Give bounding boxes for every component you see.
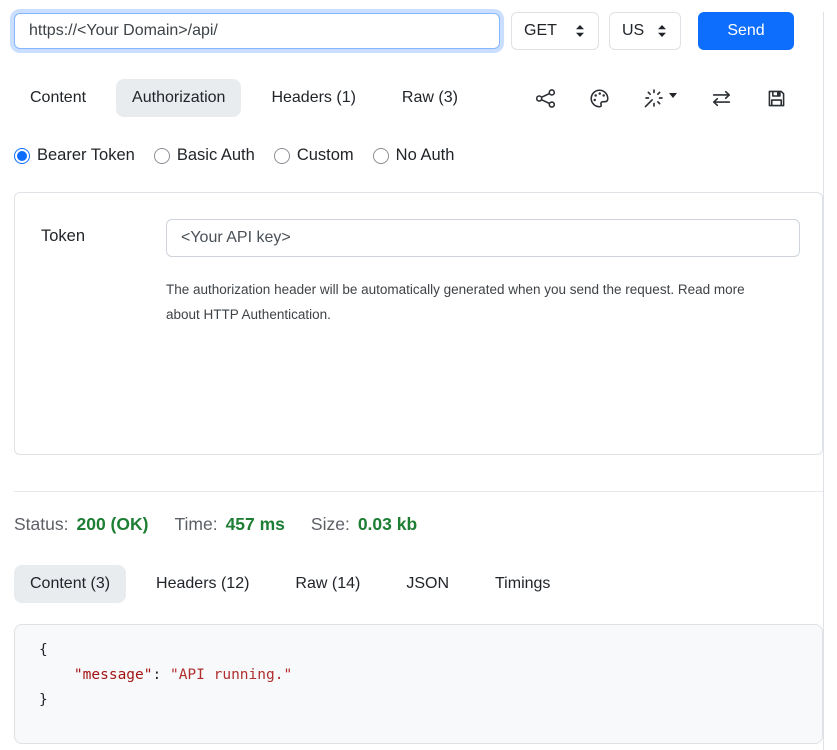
response-body-block: { "message": "API running." } bbox=[14, 624, 823, 744]
auth-option-label: Basic Auth bbox=[177, 146, 255, 165]
token-column: The authorization header will be automat… bbox=[166, 219, 800, 454]
size-value: 0.03 kb bbox=[358, 514, 417, 535]
radio-unselected-icon bbox=[154, 148, 170, 164]
response-json: { "message": "API running." } bbox=[39, 638, 822, 713]
share-nodes-icon bbox=[535, 88, 556, 109]
auth-type-group: Bearer Token Basic Auth Custom No Auth bbox=[14, 146, 823, 165]
section-divider bbox=[14, 491, 823, 492]
save-icon bbox=[766, 88, 787, 109]
region-select-value: US bbox=[622, 22, 644, 40]
auth-option-custom[interactable]: Custom bbox=[274, 146, 354, 165]
chevron-down-icon bbox=[669, 93, 677, 98]
request-toolbar bbox=[535, 87, 787, 109]
time-value: 457 ms bbox=[226, 514, 285, 535]
json-brace-close: } bbox=[39, 692, 48, 708]
response-tab-headers[interactable]: Headers (12) bbox=[140, 565, 265, 603]
auth-option-basic-auth[interactable]: Basic Auth bbox=[154, 146, 255, 165]
time-group: Time: 457 ms bbox=[174, 514, 284, 535]
json-brace-open: { bbox=[39, 642, 48, 658]
tab-headers[interactable]: Headers (1) bbox=[255, 79, 371, 117]
status-value: 200 (OK) bbox=[76, 514, 148, 535]
save-request-button[interactable] bbox=[766, 88, 787, 109]
tab-raw[interactable]: Raw (3) bbox=[386, 79, 474, 117]
token-input[interactable] bbox=[166, 219, 800, 257]
radio-selected-icon bbox=[14, 148, 30, 164]
token-label: Token bbox=[41, 219, 166, 454]
time-label: Time: bbox=[174, 514, 217, 535]
json-separator: : bbox=[153, 667, 170, 683]
request-tabs: Content Authorization Headers (1) Raw (3… bbox=[14, 79, 474, 117]
method-select[interactable]: GET bbox=[511, 12, 599, 50]
auth-option-bearer-token[interactable]: Bearer Token bbox=[14, 146, 135, 165]
response-tab-content[interactable]: Content (3) bbox=[14, 565, 126, 603]
region-select[interactable]: US bbox=[609, 12, 681, 50]
method-select-value: GET bbox=[524, 22, 557, 40]
magic-actions-button[interactable] bbox=[643, 87, 677, 109]
tab-content[interactable]: Content bbox=[14, 79, 102, 117]
response-status-row: Status: 200 (OK) Time: 457 ms Size: 0.03… bbox=[14, 514, 823, 535]
response-tab-timings[interactable]: Timings bbox=[479, 565, 566, 603]
response-tabs: Content (3) Headers (12) Raw (14) JSON T… bbox=[14, 565, 823, 603]
swap-arrows-icon bbox=[710, 88, 733, 109]
response-tab-raw[interactable]: Raw (14) bbox=[279, 565, 376, 603]
radio-unselected-icon bbox=[373, 148, 389, 164]
auth-option-label: Custom bbox=[297, 146, 354, 165]
theme-button[interactable] bbox=[589, 88, 610, 109]
auth-option-label: No Auth bbox=[396, 146, 455, 165]
magic-wand-icon bbox=[643, 87, 665, 109]
size-group: Size: 0.03 kb bbox=[311, 514, 417, 535]
json-indent bbox=[39, 667, 74, 683]
json-key: "message" bbox=[74, 667, 153, 683]
palette-icon bbox=[589, 88, 610, 109]
auth-panel: Token The authorization header will be a… bbox=[14, 192, 823, 455]
auth-option-label: Bearer Token bbox=[37, 146, 135, 165]
api-client-panel: GET US Send Content Authorization Header… bbox=[0, 12, 837, 750]
updown-arrows-icon bbox=[574, 24, 586, 38]
status-label: Status: bbox=[14, 514, 68, 535]
auth-helper-text: The authorization header will be automat… bbox=[166, 277, 758, 327]
request-bar: GET US Send bbox=[14, 12, 823, 50]
url-input[interactable] bbox=[14, 13, 500, 49]
json-value: "API running." bbox=[170, 667, 292, 683]
status-group: Status: 200 (OK) bbox=[14, 514, 148, 535]
tab-authorization[interactable]: Authorization bbox=[116, 79, 241, 117]
share-button[interactable] bbox=[535, 88, 556, 109]
updown-arrows-icon bbox=[656, 24, 668, 38]
send-button[interactable]: Send bbox=[698, 12, 794, 50]
content-right-border bbox=[823, 12, 824, 750]
swap-request-button[interactable] bbox=[710, 88, 733, 109]
radio-unselected-icon bbox=[274, 148, 290, 164]
request-tabs-row: Content Authorization Headers (1) Raw (3… bbox=[14, 79, 823, 117]
auth-option-no-auth[interactable]: No Auth bbox=[373, 146, 455, 165]
response-tab-json[interactable]: JSON bbox=[390, 565, 465, 603]
size-label: Size: bbox=[311, 514, 350, 535]
